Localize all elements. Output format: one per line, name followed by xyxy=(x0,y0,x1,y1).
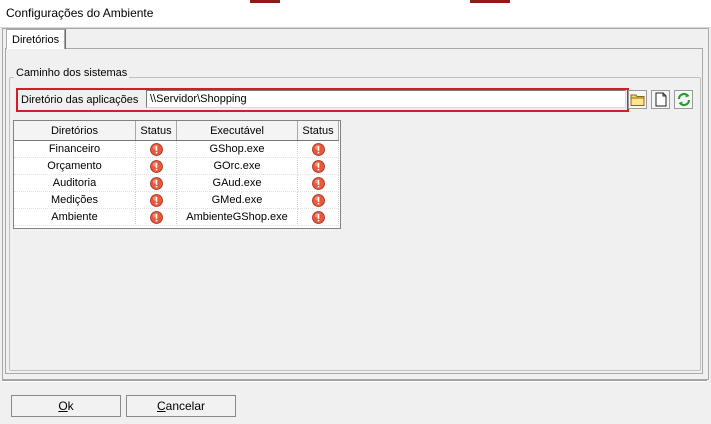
header-status-exe[interactable]: Status xyxy=(297,121,339,141)
warning-icon xyxy=(149,210,163,224)
table-row[interactable]: Financeiro GShop.exe xyxy=(14,140,339,158)
cell-directory: Medições xyxy=(14,191,136,209)
cell-exe-status xyxy=(297,157,339,175)
warning-icon xyxy=(311,142,325,156)
folder-icon xyxy=(630,94,645,106)
header-diretorios[interactable]: Diretórios xyxy=(14,121,136,141)
table-header-row: Diretórios Status Executável Status xyxy=(14,121,339,141)
cell-dir-status xyxy=(135,140,177,158)
title-accent-right xyxy=(470,0,510,3)
ok-mnemonic: O xyxy=(58,399,68,413)
cell-dir-status xyxy=(135,174,177,192)
warning-icon xyxy=(311,176,325,190)
refresh-icon xyxy=(677,92,691,107)
warning-icon xyxy=(311,193,325,207)
cell-exe-status xyxy=(297,140,339,158)
cell-exe-status xyxy=(297,191,339,209)
directory-label: Diretório das aplicações xyxy=(21,94,139,106)
table-row[interactable]: Ambiente AmbienteGShop.exe xyxy=(14,208,339,226)
group-box-title: Caminho dos sistemas xyxy=(14,67,130,79)
warning-icon xyxy=(149,176,163,190)
table-row[interactable]: Auditoria GAud.exe xyxy=(14,174,339,192)
ok-button[interactable]: Ok xyxy=(11,395,121,417)
warning-icon xyxy=(149,142,163,156)
cell-exe-status xyxy=(297,174,339,192)
cell-executable: GOrc.exe xyxy=(176,157,298,175)
warning-icon xyxy=(149,193,163,207)
header-status-dir[interactable]: Status xyxy=(135,121,177,141)
warning-icon xyxy=(311,159,325,173)
cell-executable: GAud.exe xyxy=(176,174,298,192)
tab-diretorios-label: Diretórios xyxy=(12,34,60,46)
new-document-icon xyxy=(655,92,667,107)
header-executavel[interactable]: Executável xyxy=(176,121,298,141)
refresh-button[interactable] xyxy=(674,90,693,109)
directories-grid: Diretórios Status Executável Status Fina… xyxy=(14,121,339,226)
table-row[interactable]: Medições GMed.exe xyxy=(14,191,339,209)
cell-dir-status xyxy=(135,208,177,226)
window-title: Configurações do Ambiente xyxy=(6,6,154,20)
directory-input[interactable]: \\Servidor\Shopping xyxy=(146,90,626,108)
cell-executable: GShop.exe xyxy=(176,140,298,158)
table-row[interactable]: Orçamento GOrc.exe xyxy=(14,157,339,175)
cell-directory: Ambiente xyxy=(14,208,136,226)
cell-directory: Orçamento xyxy=(14,157,136,175)
new-document-button[interactable] xyxy=(651,90,670,109)
cell-dir-status xyxy=(135,191,177,209)
warning-icon xyxy=(149,159,163,173)
tab-diretorios[interactable]: Diretórios xyxy=(6,29,65,49)
cancel-label: ancelar xyxy=(165,399,206,413)
cell-directory: Financeiro xyxy=(14,140,136,158)
title-accent-left xyxy=(250,0,280,3)
footer-separator xyxy=(2,380,707,382)
title-bar: Configurações do Ambiente xyxy=(0,0,711,28)
warning-icon xyxy=(311,210,325,224)
cancel-mnemonic: C xyxy=(156,399,166,413)
browse-folder-button[interactable] xyxy=(628,90,647,109)
ok-label: k xyxy=(67,399,74,413)
cell-executable: AmbienteGShop.exe xyxy=(176,208,298,226)
cell-directory: Auditoria xyxy=(14,174,136,192)
cell-exe-status xyxy=(297,208,339,226)
cell-dir-status xyxy=(135,157,177,175)
directories-table[interactable]: Diretórios Status Executável Status Fina… xyxy=(13,120,341,229)
cancel-button[interactable]: Cancelar xyxy=(126,395,236,417)
cell-executable: GMed.exe xyxy=(176,191,298,209)
